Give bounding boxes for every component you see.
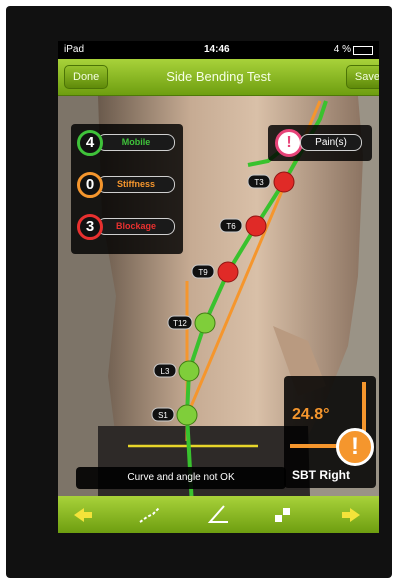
legend-stiffness: Stiffness 0 [77, 172, 177, 198]
vertebra-label-t9: T9 [198, 268, 208, 277]
vertebra-label-t12: T12 [173, 319, 187, 328]
angle-panel: 24.8° ! SBT Right [284, 376, 376, 488]
vertebra-label-t3: T3 [254, 178, 264, 187]
pain-button[interactable]: ! Pain(s) [268, 125, 372, 161]
angle-icon[interactable] [204, 502, 230, 528]
vertebra-label-t6: T6 [226, 222, 236, 231]
legend-blockage-count: 3 [77, 214, 103, 240]
vertebra-marker-t6[interactable] [245, 215, 267, 237]
legend-mobile-count: 4 [77, 130, 103, 156]
legend-stiffness-count: 0 [77, 172, 103, 198]
pain-warning-icon: ! [275, 129, 303, 157]
legend-panel: Mobile 4 Stiffness 0 Blockage 3 [71, 124, 183, 254]
spine-curve-icon[interactable] [136, 502, 162, 528]
vertebra-marker-t9[interactable] [217, 261, 239, 283]
vertebra-label-s1: S1 [158, 411, 168, 420]
vertebra-label-l3: L3 [161, 367, 170, 376]
vertebra-marker-t12[interactable] [194, 312, 216, 334]
test-side-label: SBT Right [292, 468, 350, 482]
checker-icon[interactable] [270, 502, 296, 528]
arrow-right-icon[interactable] [338, 502, 364, 528]
angle-warning-icon[interactable]: ! [336, 428, 374, 466]
legend-stiffness-label: Stiffness [97, 176, 175, 193]
vertebra-marker-s1[interactable] [176, 404, 198, 426]
legend-blockage: Blockage 3 [77, 214, 177, 240]
vertebra-marker-l3[interactable] [178, 360, 200, 382]
status-message: Curve and angle not OK [76, 467, 286, 489]
pain-label: Pain(s) [300, 134, 362, 151]
legend-mobile: Mobile 4 [77, 130, 177, 156]
legend-mobile-label: Mobile [97, 134, 175, 151]
legend-blockage-label: Blockage [97, 218, 175, 235]
vertebra-marker-t3[interactable] [273, 171, 295, 193]
bottom-toolbar [58, 496, 379, 533]
arrow-left-icon[interactable] [70, 502, 96, 528]
device-frame: iPad 14:46 4 % Done Side Bending Test Sa… [6, 6, 392, 578]
app-screen: iPad 14:46 4 % Done Side Bending Test Sa… [58, 41, 379, 533]
angle-value: 24.8° [292, 406, 330, 423]
